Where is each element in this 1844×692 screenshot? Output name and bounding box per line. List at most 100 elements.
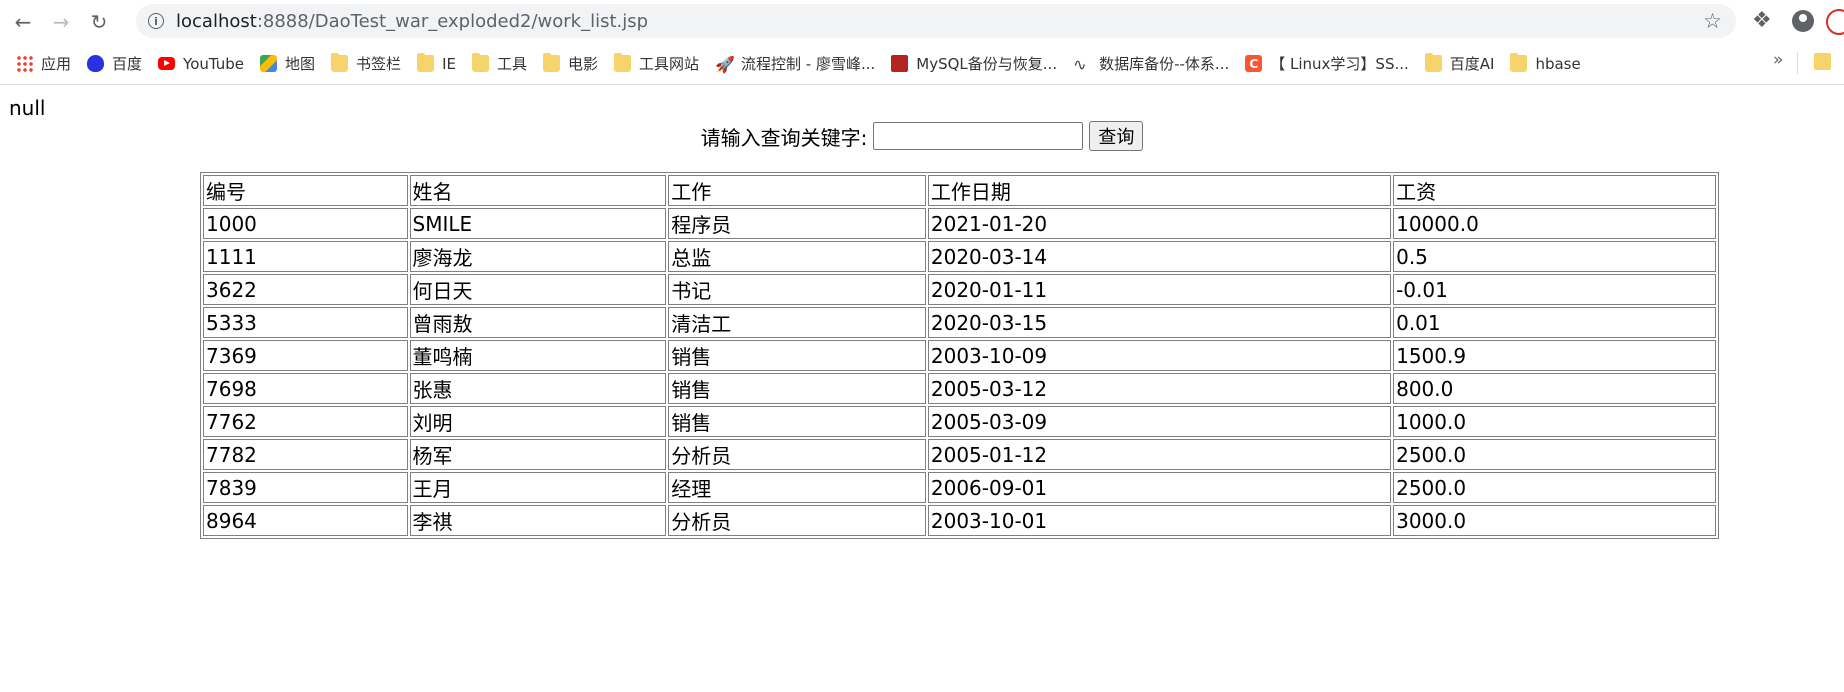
search-form: 请输入查询关键字: 查询 — [0, 121, 1844, 151]
bookmark-label: 电影 — [567, 55, 598, 73]
address-bar[interactable]: i localhost:8888/DaoTest_war_exploded2/w… — [136, 4, 1736, 38]
cell-work-date: 2020-03-14 — [927, 241, 1392, 272]
maps-icon — [260, 55, 278, 72]
cell-job: 书记 — [668, 274, 926, 305]
bookmark-star-icon[interactable]: ☆ — [1703, 9, 1722, 33]
cell-salary: -0.01 — [1393, 274, 1716, 305]
table-row: 7762 刘明 销售 2005-03-09 1000.0 — [203, 406, 1716, 437]
bookmark-item[interactable]: 百度 — [87, 50, 142, 78]
bookmarks-bar: 应用 百度 YouTube 地图 书签栏 IE 工具 电影 工具网站 🚀 流程控制 - 廖雪峰...… — [0, 43, 1844, 85]
folder-icon — [471, 53, 489, 72]
bookmark-label: 书签栏 — [356, 55, 402, 73]
mysql-icon — [891, 55, 909, 72]
bookmark-item[interactable]: 电影 — [542, 50, 598, 78]
profile-avatar-icon[interactable] — [1792, 10, 1814, 32]
cell-job: 经理 — [668, 472, 926, 503]
bookmark-label: IE — [442, 54, 456, 73]
bookmark-item[interactable]: 工具 — [471, 50, 527, 78]
null-text: null — [9, 96, 46, 120]
cell-job: 清洁工 — [668, 307, 926, 338]
bookmark-item[interactable]: 地图 — [260, 50, 315, 78]
cell-salary: 0.01 — [1393, 307, 1716, 338]
cell-salary: 800.0 — [1393, 373, 1716, 404]
bookmark-item[interactable]: IE — [417, 50, 456, 78]
folder-icon — [1510, 53, 1528, 72]
cell-id: 7369 — [203, 340, 408, 371]
cell-work-date: 2021-01-20 — [927, 208, 1392, 239]
table-row: 7698 张惠 销售 2005-03-12 800.0 — [203, 373, 1716, 404]
cell-name: 董鸣楠 — [409, 340, 667, 371]
bookmark-item[interactable]: 工具网站 — [614, 50, 699, 78]
youtube-icon — [158, 57, 176, 70]
table-header-row: 编号 姓名 工作 工作日期 工资 — [203, 175, 1716, 206]
cell-work-date: 2005-03-12 — [927, 373, 1392, 404]
cell-name: 李祺 — [409, 505, 667, 536]
cell-name: 杨军 — [409, 439, 667, 470]
bookmark-item[interactable]: hbase — [1510, 50, 1581, 78]
bookmark-item[interactable]: MySQL备份与恢复... — [891, 50, 1057, 78]
bookmark-label: MySQL备份与恢复... — [916, 55, 1058, 73]
bookmark-label: 百度 — [112, 55, 143, 73]
bookmark-label: hbase — [1535, 54, 1581, 73]
bookmark-label: 应用 — [41, 55, 72, 73]
table-row: 8964 李祺 分析员 2003-10-01 3000.0 — [203, 505, 1716, 536]
url-path: :8888/DaoTest_war_exploded2/work_list.js… — [256, 10, 649, 32]
site-info-icon[interactable]: i — [148, 13, 164, 29]
cell-job: 总监 — [668, 241, 926, 272]
bookmark-label: 地图 — [285, 55, 316, 73]
bookmarks-more-chevron-icon[interactable]: » — [1773, 50, 1783, 70]
search-input[interactable] — [873, 122, 1084, 150]
rocket-icon: 🚀 — [715, 55, 735, 74]
cell-salary: 0.5 — [1393, 241, 1716, 272]
bookmarks-separator — [1797, 52, 1798, 74]
cell-job: 销售 — [668, 340, 926, 371]
cell-name: 刘明 — [409, 406, 667, 437]
cell-name: 何日天 — [409, 274, 667, 305]
search-button[interactable]: 查询 — [1089, 121, 1144, 151]
baidu-icon — [87, 55, 105, 72]
bookmark-item[interactable]: ∿ 数据库备份--体系... — [1073, 50, 1229, 78]
cell-work-date: 2020-03-15 — [927, 307, 1392, 338]
forward-arrow-icon[interactable]: → — [46, 7, 76, 37]
cell-id: 1000 — [203, 208, 408, 239]
bookmark-item[interactable]: C 【 Linux学习】SS... — [1245, 50, 1409, 78]
cell-id: 7762 — [203, 406, 408, 437]
bookmark-item[interactable]: 书签栏 — [331, 50, 401, 78]
url-host: localhost — [176, 10, 257, 32]
bookmark-item[interactable]: YouTube — [158, 50, 244, 78]
cell-id: 5333 — [203, 307, 408, 338]
header-work-date: 工作日期 — [927, 175, 1392, 206]
back-arrow-icon[interactable]: ← — [8, 7, 38, 37]
cell-work-date: 2005-01-12 — [927, 439, 1392, 470]
bookmark-item[interactable]: 应用 — [16, 50, 71, 78]
cell-name: 张惠 — [409, 373, 667, 404]
cell-salary: 1500.9 — [1393, 340, 1716, 371]
reload-icon[interactable]: ↻ — [84, 7, 114, 37]
cell-id: 8964 — [203, 505, 408, 536]
table-row: 5333 曾雨敖 清洁工 2020-03-15 0.01 — [203, 307, 1716, 338]
work-table: 编号 姓名 工作 工作日期 工资 1000 SMILE 程序员 2021-01-20 1… — [200, 172, 1719, 539]
other-bookmarks-folder-icon[interactable] — [1814, 53, 1831, 74]
table-row: 1111 廖海龙 总监 2020-03-14 0.5 — [203, 241, 1716, 272]
cell-salary: 10000.0 — [1393, 208, 1716, 239]
bookmark-item[interactable]: 🚀 流程控制 - 廖雪峰... — [715, 50, 875, 78]
browser-toolbar: ← → ↻ i localhost:8888/DaoTest_war_explo… — [0, 0, 1844, 43]
cell-work-date: 2020-01-11 — [927, 274, 1392, 305]
cell-id: 7839 — [203, 472, 408, 503]
table-row: 7839 王月 经理 2006-09-01 2500.0 — [203, 472, 1716, 503]
cell-job: 销售 — [668, 373, 926, 404]
folder-icon — [614, 53, 631, 72]
table-row: 7369 董鸣楠 销售 2003-10-09 1500.9 — [203, 340, 1716, 371]
cell-salary: 3000.0 — [1393, 505, 1716, 536]
bookmark-item[interactable]: 百度AI — [1424, 50, 1494, 78]
bookmark-label: 工具网站 — [639, 55, 700, 73]
cell-salary: 1000.0 — [1393, 406, 1716, 437]
update-menu-icon[interactable] — [1826, 9, 1844, 35]
bookmark-label: 数据库备份--体系... — [1099, 55, 1230, 73]
cell-job: 分析员 — [668, 439, 926, 470]
header-salary: 工资 — [1393, 175, 1716, 206]
cell-name: SMILE — [409, 208, 667, 239]
cell-name: 廖海龙 — [409, 241, 667, 272]
cell-salary: 2500.0 — [1393, 472, 1716, 503]
extensions-puzzle-icon[interactable]: ❖ — [1752, 8, 1772, 33]
